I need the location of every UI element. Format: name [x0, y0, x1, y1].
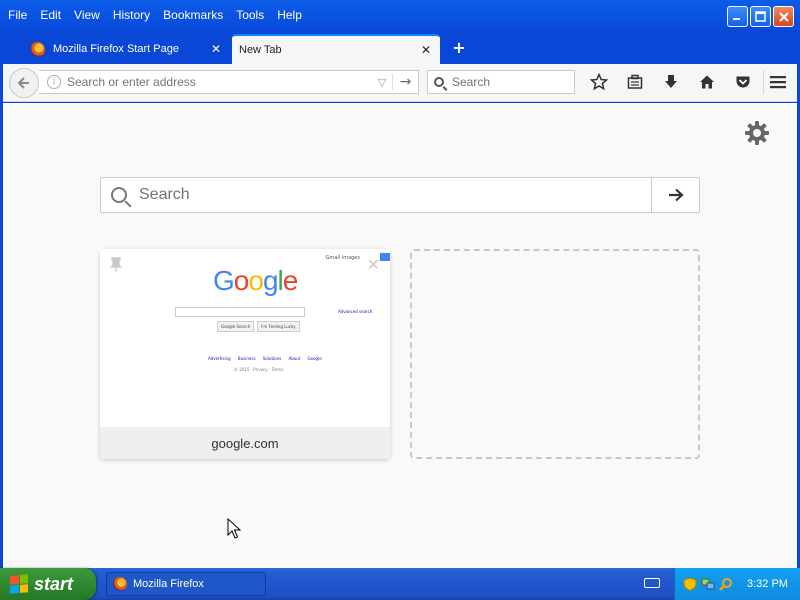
tab-new-tab[interactable]: New Tab ✕ [232, 34, 440, 64]
google-search-button: Google Search [217, 321, 255, 332]
firefox-icon [113, 577, 127, 591]
keyboard-icon[interactable] [644, 578, 660, 588]
google-advanced-link: Advanced search [338, 309, 373, 314]
search-tray-icon[interactable] [719, 577, 733, 591]
page-search-input[interactable] [139, 186, 651, 204]
start-label: start [34, 573, 74, 594]
close-icon [778, 11, 789, 22]
tile-thumbnail: Gmail Images ✕ Google Advanced search Go… [100, 249, 390, 427]
network-icon[interactable] [701, 577, 715, 591]
google-search-box [175, 307, 305, 317]
menu-help[interactable]: Help [277, 8, 302, 22]
taskbar: start Mozilla Firefox 3:32 PM [0, 568, 800, 600]
taskbar-item-firefox[interactable]: Mozilla Firefox [106, 572, 266, 596]
google-footer-links: Advertising Business Solutions About Goo… [208, 356, 322, 361]
toolbar-search-box [427, 70, 575, 94]
tab-label: Mozilla Firefox Start Page [53, 43, 179, 55]
start-button[interactable]: start [0, 568, 96, 600]
close-window-button[interactable] [773, 6, 794, 27]
back-button[interactable] [9, 68, 39, 98]
minimize-button[interactable] [727, 6, 748, 27]
address-input[interactable] [67, 75, 372, 89]
toolbar-search-input[interactable] [452, 75, 562, 89]
menu-view[interactable]: View [74, 8, 100, 22]
google-lucky-button: I'm Feeling Lucky [257, 321, 300, 332]
empty-tile-placeholder [410, 249, 700, 459]
google-logo: Google [213, 265, 298, 296]
window-controls [727, 6, 794, 27]
maximize-button[interactable] [750, 6, 771, 27]
reading-list-icon[interactable] [617, 70, 653, 94]
top-site-tile-google[interactable]: Gmail Images ✕ Google Advanced search Go… [100, 249, 390, 459]
task-label: Mozilla Firefox [133, 578, 204, 590]
home-icon[interactable] [689, 70, 725, 94]
tab-close-icon[interactable]: ✕ [418, 43, 434, 57]
google-buttons: Google Search I'm Feeling Lucky [217, 321, 300, 332]
pin-icon[interactable] [109, 257, 123, 273]
new-tab-button[interactable]: + [450, 38, 468, 57]
firefox-icon [30, 41, 45, 57]
google-top-links: Gmail Images [325, 255, 360, 261]
back-arrow-icon [17, 77, 29, 89]
clock: 3:32 PM [747, 578, 788, 590]
pocket-icon[interactable] [725, 70, 761, 94]
dropdown-arrow-icon[interactable]: ▽ [372, 76, 392, 89]
windows-logo-icon [10, 574, 28, 594]
tile-label: google.com [100, 427, 390, 459]
menu-file[interactable]: File [8, 8, 27, 22]
hamburger-menu-button[interactable] [763, 70, 791, 94]
tile-close-icon[interactable]: ✕ [367, 255, 380, 274]
menu-tools[interactable]: Tools [236, 8, 264, 22]
menu-history[interactable]: History [113, 8, 150, 22]
page-search-box [100, 177, 700, 213]
system-tray: 3:32 PM [674, 568, 800, 600]
tab-firefox-start-page[interactable]: Mozilla Firefox Start Page ✕ [24, 34, 230, 64]
nav-bar: i ▽ → [3, 64, 797, 102]
bookmark-star-icon[interactable] [581, 70, 617, 94]
downloads-icon[interactable] [653, 70, 689, 94]
google-copyright: © 2015 · Privacy · Terms [234, 367, 284, 372]
go-arrow-icon[interactable]: → [392, 74, 418, 90]
gear-icon[interactable] [743, 119, 771, 147]
hamburger-icon [769, 76, 786, 89]
minimize-icon [733, 18, 740, 20]
maximize-icon [755, 11, 766, 22]
menu-bar: File Edit View History Bookmarks Tools H… [0, 0, 800, 30]
search-icon [111, 187, 127, 203]
search-icon [434, 77, 444, 87]
toolbar-icons [581, 70, 761, 94]
tab-label: New Tab [239, 44, 282, 56]
tab-close-icon[interactable]: ✕ [208, 42, 224, 56]
menu-edit[interactable]: Edit [40, 8, 61, 22]
tab-strip: Mozilla Firefox Start Page ✕ New Tab ✕ [0, 30, 800, 64]
new-tab-page: Gmail Images ✕ Google Advanced search Go… [3, 103, 797, 568]
security-shield-icon[interactable] [683, 577, 697, 591]
arrow-right-icon [668, 188, 684, 202]
info-icon[interactable]: i [47, 75, 61, 89]
search-go-button[interactable] [651, 178, 699, 212]
url-bar: i ▽ → [39, 70, 419, 94]
google-signin-button [380, 253, 390, 261]
menu-bookmarks[interactable]: Bookmarks [163, 8, 223, 22]
mouse-cursor-icon [227, 518, 241, 539]
